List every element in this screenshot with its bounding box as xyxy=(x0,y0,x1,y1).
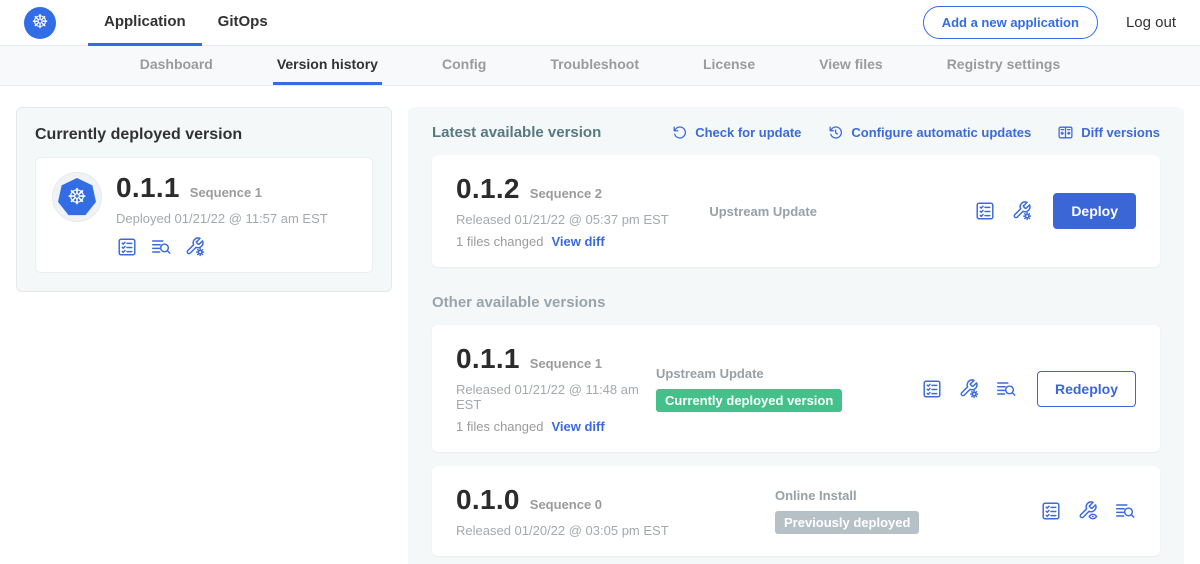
deploy-logs-icon[interactable] xyxy=(995,378,1017,400)
configure-automatic-updates-link[interactable]: Configure automatic updates xyxy=(827,124,1031,141)
sequence-label: Sequence 0 xyxy=(530,497,602,512)
view-diff-link[interactable]: View diff xyxy=(551,419,604,434)
tab-version-history[interactable]: Version history xyxy=(273,46,382,85)
tab-dashboard[interactable]: Dashboard xyxy=(136,46,217,85)
files-changed-label: 1 files changed xyxy=(456,419,543,434)
kubernetes-logo: ☸ xyxy=(24,7,56,39)
version-card-0-1-1: 0.1.1 Sequence 1 Released 01/21/22 @ 11:… xyxy=(432,325,1160,452)
version-card-0-1-0: 0.1.0 Sequence 0 Released 01/20/22 @ 03:… xyxy=(432,466,1160,556)
deployed-timestamp: Deployed 01/21/22 @ 11:57 am EST xyxy=(116,211,328,226)
diff-versions-label: Diff versions xyxy=(1081,125,1160,140)
status-badge-previously-deployed: Previously deployed xyxy=(775,511,919,534)
sequence-label: Sequence 1 xyxy=(530,356,602,371)
kubernetes-logo: ☸ xyxy=(58,178,96,216)
files-changed-label: 1 files changed xyxy=(456,234,543,249)
sequence-label: Sequence 2 xyxy=(530,186,602,201)
app-subnav: Dashboard Version history Config Trouble… xyxy=(0,46,1200,86)
refresh-icon xyxy=(671,124,688,141)
deploy-logs-icon[interactable] xyxy=(1114,500,1136,522)
schedule-update-icon xyxy=(827,124,844,141)
check-for-update-link[interactable]: Check for update xyxy=(671,124,801,141)
view-config-icon[interactable] xyxy=(1077,500,1099,522)
check-for-update-label: Check for update xyxy=(695,125,801,140)
version-source-label: Upstream Update xyxy=(709,204,974,219)
edit-config-icon[interactable] xyxy=(1011,200,1033,222)
tab-view-files[interactable]: View files xyxy=(815,46,887,85)
tab-gitops[interactable]: GitOps xyxy=(202,0,284,46)
version-source-label: Upstream Update xyxy=(656,366,921,381)
other-available-title: Other available versions xyxy=(432,294,1160,311)
released-timestamp: Released 01/21/22 @ 11:48 am EST xyxy=(456,382,656,412)
tab-license[interactable]: License xyxy=(699,46,759,85)
version-number: 0.1.0 xyxy=(456,484,520,516)
deployed-sequence-label: Sequence 1 xyxy=(190,185,262,200)
tab-troubleshoot[interactable]: Troubleshoot xyxy=(546,46,643,85)
edit-config-icon[interactable] xyxy=(184,236,206,258)
release-notes-icon[interactable] xyxy=(116,236,138,258)
deployed-version-number: 0.1.1 xyxy=(116,172,180,204)
edit-config-icon[interactable] xyxy=(958,378,980,400)
status-badge-currently-deployed: Currently deployed version xyxy=(656,389,842,412)
release-notes-icon[interactable] xyxy=(921,378,943,400)
release-notes-icon[interactable] xyxy=(1040,500,1062,522)
deploy-logs-icon[interactable] xyxy=(150,236,172,258)
header-tabs: Application GitOps xyxy=(88,0,284,46)
currently-deployed-version: ☸ 0.1.1 Sequence 1 Deployed 01/21/22 @ 1… xyxy=(35,157,373,273)
released-timestamp: Released 01/21/22 @ 05:37 pm EST xyxy=(456,212,709,227)
add-application-button[interactable]: Add a new application xyxy=(923,6,1098,39)
app-logo: ☸ xyxy=(52,172,102,222)
version-source-label: Online Install xyxy=(775,488,1040,503)
version-history-panel: Latest available version Check for updat… xyxy=(408,107,1184,564)
version-number: 0.1.1 xyxy=(456,343,520,375)
tab-application[interactable]: Application xyxy=(88,0,202,46)
tab-registry-settings[interactable]: Registry settings xyxy=(943,46,1065,85)
logout-button[interactable]: Log out xyxy=(1126,14,1176,31)
diff-versions-link[interactable]: Diff versions xyxy=(1057,124,1160,141)
view-diff-link[interactable]: View diff xyxy=(551,234,604,249)
configure-automatic-updates-label: Configure automatic updates xyxy=(851,125,1031,140)
currently-deployed-title: Currently deployed version xyxy=(35,126,373,144)
app-header: ☸ Application GitOps Add a new applicati… xyxy=(0,0,1200,46)
release-notes-icon[interactable] xyxy=(974,200,996,222)
version-card-0-1-2: 0.1.2 Sequence 2 Released 01/21/22 @ 05:… xyxy=(432,155,1160,267)
redeploy-button[interactable]: Redeploy xyxy=(1037,371,1136,407)
diff-versions-icon xyxy=(1057,124,1074,141)
version-number: 0.1.2 xyxy=(456,173,520,205)
latest-available-title: Latest available version xyxy=(432,124,671,141)
currently-deployed-card: Currently deployed version ☸ 0.1.1 Seque… xyxy=(16,107,392,292)
deploy-button[interactable]: Deploy xyxy=(1053,193,1136,229)
released-timestamp: Released 01/20/22 @ 03:05 pm EST xyxy=(456,523,775,538)
tab-config[interactable]: Config xyxy=(438,46,490,85)
main-content: Currently deployed version ☸ 0.1.1 Seque… xyxy=(0,86,1200,564)
